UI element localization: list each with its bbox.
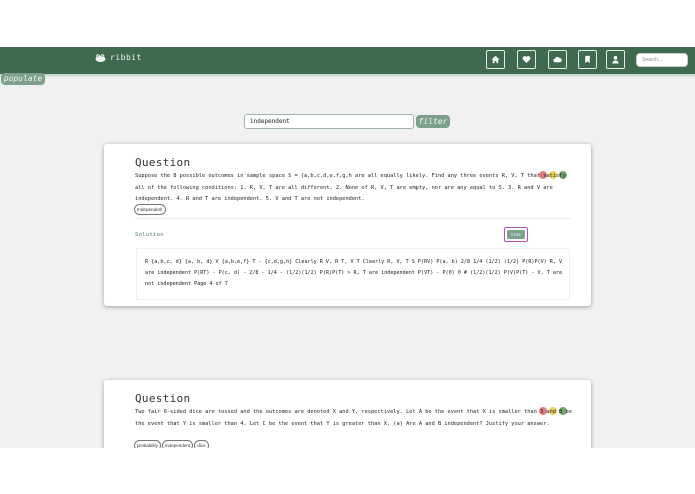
solution-label: Solution [135,232,164,238]
question-card: Question Two fair 6-sided dice are tosse… [104,380,591,448]
navbar-shadow [0,74,695,78]
tag-list: probability independent dice [134,440,209,448]
tag-list: Independent [134,204,166,215]
tag-probability[interactable]: probability [134,440,161,448]
question-card: Question Suppose the 8 possible outcomes… [104,144,591,306]
user-icon [612,55,619,64]
top-navbar: ribbit [0,47,695,78]
bookmark-button[interactable] [578,50,597,69]
question-text: Suppose the 8 possible outcomes in sampl… [135,173,566,202]
home-icon [491,55,500,64]
populate-button[interactable]: populate [1,73,45,85]
heart-icon [522,56,531,64]
profile-button[interactable] [606,50,625,69]
card-divider [135,218,571,219]
brand-name: ribbit [110,53,142,62]
tag-independent[interactable]: independent [161,440,194,448]
hide-solution-button[interactable]: hide [504,227,528,242]
filter-input[interactable] [244,114,414,129]
favorites-button[interactable] [517,50,536,69]
cloud-icon [553,56,562,63]
bookmark-icon [585,55,590,64]
tag-independent[interactable]: Independent [134,204,166,215]
hide-button-label: hide [507,230,525,239]
cloud-button[interactable] [548,50,567,69]
filter-button[interactable]: filter [416,115,450,128]
question-text: Two fair 6-sided dice are tossed and the… [135,409,572,427]
question-title: Question [135,156,191,169]
home-button[interactable] [486,50,505,69]
solution-box: R {a,b,c, d} {a, b, d} V {a,b,e,f} T - {… [136,248,570,300]
search-input[interactable] [636,53,688,67]
frog-icon [95,53,106,62]
question-title: Question [135,392,191,405]
tag-dice[interactable]: dice [194,440,209,448]
solution-text: R {a,b,c, d} {a, b, d} V {a,b,e,f} T - {… [145,259,563,288]
brand-logo[interactable]: ribbit [95,53,142,62]
